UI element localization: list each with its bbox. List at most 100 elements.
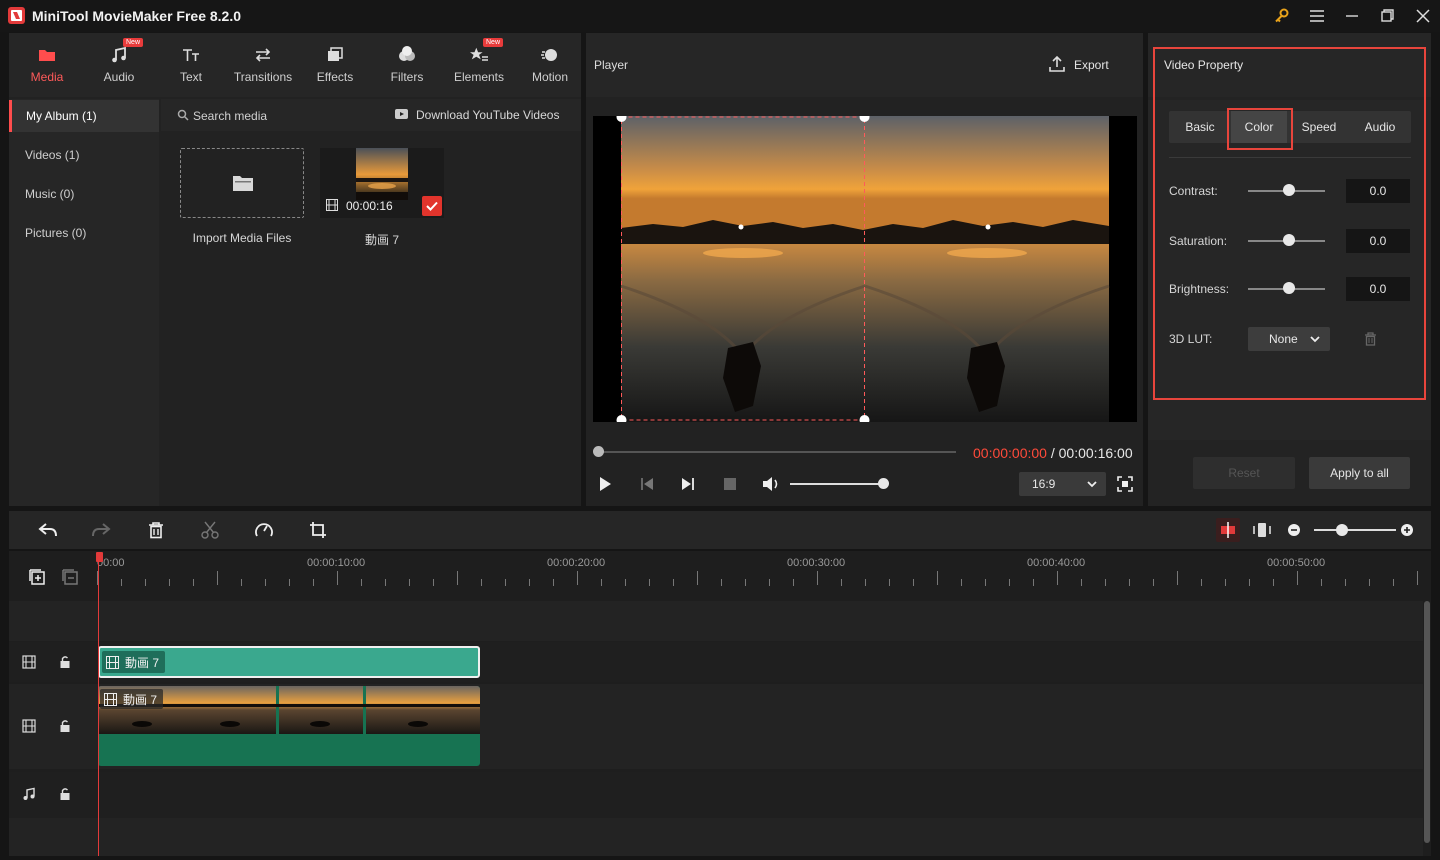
stop-button[interactable]: [723, 477, 737, 491]
apply-to-all-button[interactable]: Apply to all: [1309, 457, 1410, 489]
lut-label: 3D LUT:: [1169, 332, 1213, 346]
speed-icon[interactable]: [254, 521, 274, 539]
close-icon[interactable]: [1413, 6, 1433, 26]
zoom-slider-handle[interactable]: [1336, 524, 1348, 536]
play-button[interactable]: [597, 476, 613, 492]
volume-slider-handle[interactable]: [878, 478, 889, 489]
tab-motion-label: Motion: [531, 70, 569, 84]
ruler-tick: [553, 579, 554, 586]
folder-icon: [37, 45, 57, 65]
remove-track-icon[interactable]: [61, 568, 79, 586]
contrast-slider-handle[interactable]: [1283, 184, 1295, 196]
selected-check-icon[interactable]: [422, 196, 442, 216]
tab-filters-label: Filters: [390, 70, 424, 84]
elements-icon: [469, 45, 489, 65]
ruler-tick: [937, 571, 938, 585]
split-icon[interactable]: [201, 521, 219, 539]
lock-icon[interactable]: [59, 655, 71, 669]
ruler-tick: [217, 571, 218, 585]
tab-speed[interactable]: Speed: [1289, 111, 1349, 143]
tab-elements[interactable]: New Elements: [443, 33, 515, 97]
timeline-ruler[interactable]: 00:00 00:00:10:00 00:00:20:00 00:00:30:0…: [97, 551, 1431, 601]
volume-icon[interactable]: [761, 475, 781, 493]
ruler-tick: [361, 579, 362, 586]
clip-tag: 動画 7: [102, 651, 166, 673]
tab-text[interactable]: Text: [155, 33, 227, 97]
album-item-music[interactable]: Music (0): [9, 178, 159, 210]
ruler-tick: [793, 579, 794, 586]
aspect-ratio-select[interactable]: 16:9: [1019, 472, 1106, 496]
fullscreen-icon[interactable]: [1117, 476, 1133, 492]
tab-effects[interactable]: Effects: [299, 33, 371, 97]
lock-icon[interactable]: [59, 787, 71, 801]
ruler-tick: [1009, 579, 1010, 586]
key-icon[interactable]: [1272, 6, 1292, 26]
zoom-slider-track[interactable]: [1314, 529, 1396, 531]
empty-track-row: [9, 818, 1423, 856]
zoom-in-icon[interactable]: [1400, 523, 1414, 537]
tab-filters[interactable]: Filters: [371, 33, 443, 97]
tab-motion[interactable]: Motion: [514, 33, 586, 97]
brightness-value[interactable]: 0.0: [1346, 277, 1410, 301]
music-note-icon: [109, 45, 129, 65]
volume-slider-track[interactable]: [790, 483, 884, 485]
minimize-icon[interactable]: [1342, 6, 1362, 26]
timeline-video-clip[interactable]: 動画 7: [98, 686, 480, 766]
ruler-tick: [1129, 579, 1130, 586]
maximize-icon[interactable]: [1377, 6, 1397, 26]
fit-timeline-icon[interactable]: [1252, 521, 1272, 539]
snap-icon[interactable]: [1216, 518, 1240, 542]
timeline-scrollbar-thumb[interactable]: [1424, 601, 1430, 843]
redo-icon[interactable]: [91, 521, 111, 539]
tab-audio[interactable]: New Audio: [83, 33, 155, 97]
folder-icon: [232, 173, 254, 193]
download-youtube-button[interactable]: Download YouTube Videos: [416, 108, 559, 122]
trash-icon[interactable]: [1364, 332, 1377, 346]
import-media-button[interactable]: [180, 148, 304, 218]
audio-track-row: [9, 772, 1423, 818]
reset-button[interactable]: Reset: [1193, 457, 1295, 489]
crop-icon[interactable]: [309, 521, 327, 539]
export-button[interactable]: Export: [1074, 58, 1109, 72]
album-item-pictures[interactable]: Pictures (0): [9, 217, 159, 249]
tab-transitions[interactable]: Transitions: [227, 33, 299, 97]
album-item-my-album[interactable]: My Album (1): [9, 100, 159, 132]
film-icon: [106, 655, 119, 669]
album-item-videos[interactable]: Videos (1): [9, 139, 159, 171]
playhead-line[interactable]: [98, 552, 99, 856]
tab-basic[interactable]: Basic: [1169, 111, 1231, 143]
next-frame-button[interactable]: [680, 476, 696, 492]
player-timecode: 00:00:00:00 / 00:00:16:00: [973, 445, 1133, 461]
previous-frame-button[interactable]: [639, 476, 655, 492]
ruler-ticks: [97, 551, 1431, 601]
motion-icon: [540, 45, 560, 65]
ruler-tick: [1369, 579, 1370, 586]
add-track-icon[interactable]: [28, 568, 46, 586]
tab-media[interactable]: Media: [11, 33, 83, 97]
saturation-slider-handle[interactable]: [1283, 234, 1295, 246]
tab-audio-property[interactable]: Audio: [1349, 111, 1411, 143]
saturation-value[interactable]: 0.0: [1346, 229, 1410, 253]
film-icon: [22, 655, 36, 669]
timeline-clip-selected[interactable]: 動画 7: [98, 646, 480, 678]
video-frame-image: [593, 116, 1137, 422]
menu-icon[interactable]: [1307, 6, 1327, 26]
search-input[interactable]: Search media: [193, 109, 267, 123]
ruler-tick: [289, 579, 290, 586]
contrast-value[interactable]: 0.0: [1346, 179, 1410, 203]
zoom-out-icon[interactable]: [1287, 523, 1301, 537]
film-icon: [22, 719, 36, 733]
lut-select[interactable]: None: [1248, 327, 1330, 351]
delete-icon[interactable]: [147, 521, 165, 539]
undo-icon[interactable]: [38, 521, 58, 539]
player-progress-track[interactable]: [598, 451, 956, 453]
timeline-toolbar: [9, 511, 1431, 549]
lock-icon[interactable]: [59, 719, 71, 733]
timeline-scrollbar[interactable]: [1423, 601, 1431, 856]
tab-audio-label: Audio: [103, 70, 135, 84]
brightness-slider-handle[interactable]: [1283, 282, 1295, 294]
player-progress-handle[interactable]: [593, 446, 604, 457]
ruler-tick: [313, 579, 314, 586]
video-preview[interactable]: [593, 116, 1137, 422]
ruler-tick: [769, 579, 770, 586]
